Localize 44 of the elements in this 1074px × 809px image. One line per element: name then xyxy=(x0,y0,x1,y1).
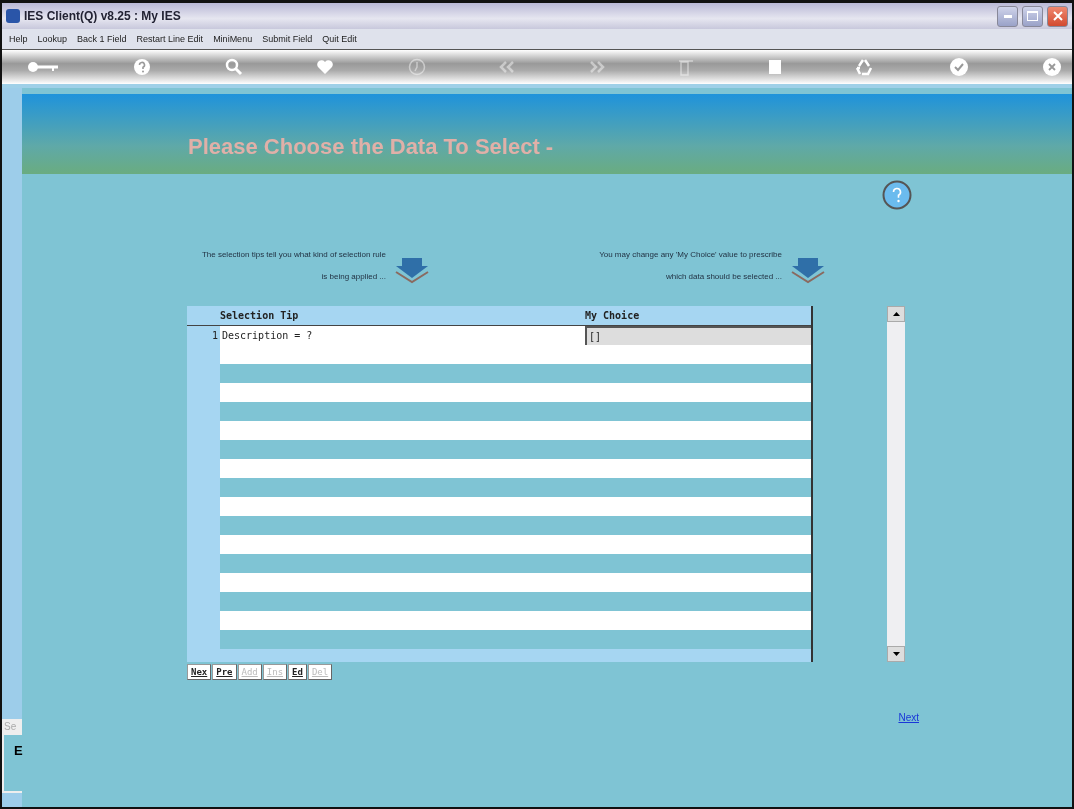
maximize-icon xyxy=(1027,11,1038,21)
menu-item[interactable]: Lookup xyxy=(37,34,68,44)
row-action-button[interactable]: Ed xyxy=(288,664,307,680)
menu-item[interactable]: Submit Field xyxy=(262,34,313,44)
up-arrow-icon xyxy=(892,312,900,316)
scroll-up-button[interactable] xyxy=(887,306,905,322)
tip-text: You may change any 'My Choice' value to prescribe which data should be selected ... xyxy=(598,249,782,283)
menu-item[interactable]: MiniMenu xyxy=(213,34,253,44)
heart-icon[interactable] xyxy=(316,59,335,75)
help-icon[interactable] xyxy=(882,180,912,210)
close-icon[interactable] xyxy=(1042,57,1062,77)
check-icon[interactable] xyxy=(948,57,969,77)
maximize-button[interactable] xyxy=(1022,5,1043,27)
choice-field[interactable]: [] xyxy=(585,326,811,345)
minimize-button[interactable] xyxy=(997,5,1018,27)
close-icon xyxy=(1052,11,1063,21)
app-icon xyxy=(6,9,20,23)
column-header: Selection Tip xyxy=(220,310,300,321)
scroll-down-button[interactable] xyxy=(887,646,905,662)
row-action-button[interactable]: Nex xyxy=(187,664,212,680)
down-arrow-icon xyxy=(892,652,900,656)
side-label: Se xyxy=(2,719,22,735)
page-heading: Please Choose the Data To Select - xyxy=(188,134,554,160)
window-title: IES Client(Q) v8.25 : My IES xyxy=(24,9,182,23)
key-icon[interactable] xyxy=(26,60,60,74)
menu-item[interactable]: Back 1 Field xyxy=(77,34,127,44)
tip-text: The selection tips tell you what kind of selection rule is being applied ... xyxy=(200,249,386,283)
menu-item[interactable]: Quit Edit xyxy=(322,34,357,44)
scrollbar[interactable] xyxy=(887,306,905,662)
down-arrow-icon xyxy=(790,258,826,284)
minimize-icon xyxy=(1003,14,1012,18)
next-link[interactable]: Next xyxy=(898,712,919,723)
close-button[interactable] xyxy=(1047,5,1068,27)
down-arrow-icon xyxy=(394,258,430,284)
side-value: E xyxy=(14,743,23,758)
column-header: My Choice xyxy=(585,310,641,321)
square-icon[interactable] xyxy=(767,59,782,75)
menu-item[interactable]: Help xyxy=(9,34,28,44)
row-number: 1 xyxy=(210,329,219,343)
search-icon[interactable] xyxy=(224,58,243,76)
menu-item[interactable]: Restart Line Edit xyxy=(136,34,204,44)
table-cell: Description = ? xyxy=(220,326,585,345)
help-icon[interactable] xyxy=(133,58,152,76)
row-action-button[interactable]: Pre xyxy=(212,664,237,680)
